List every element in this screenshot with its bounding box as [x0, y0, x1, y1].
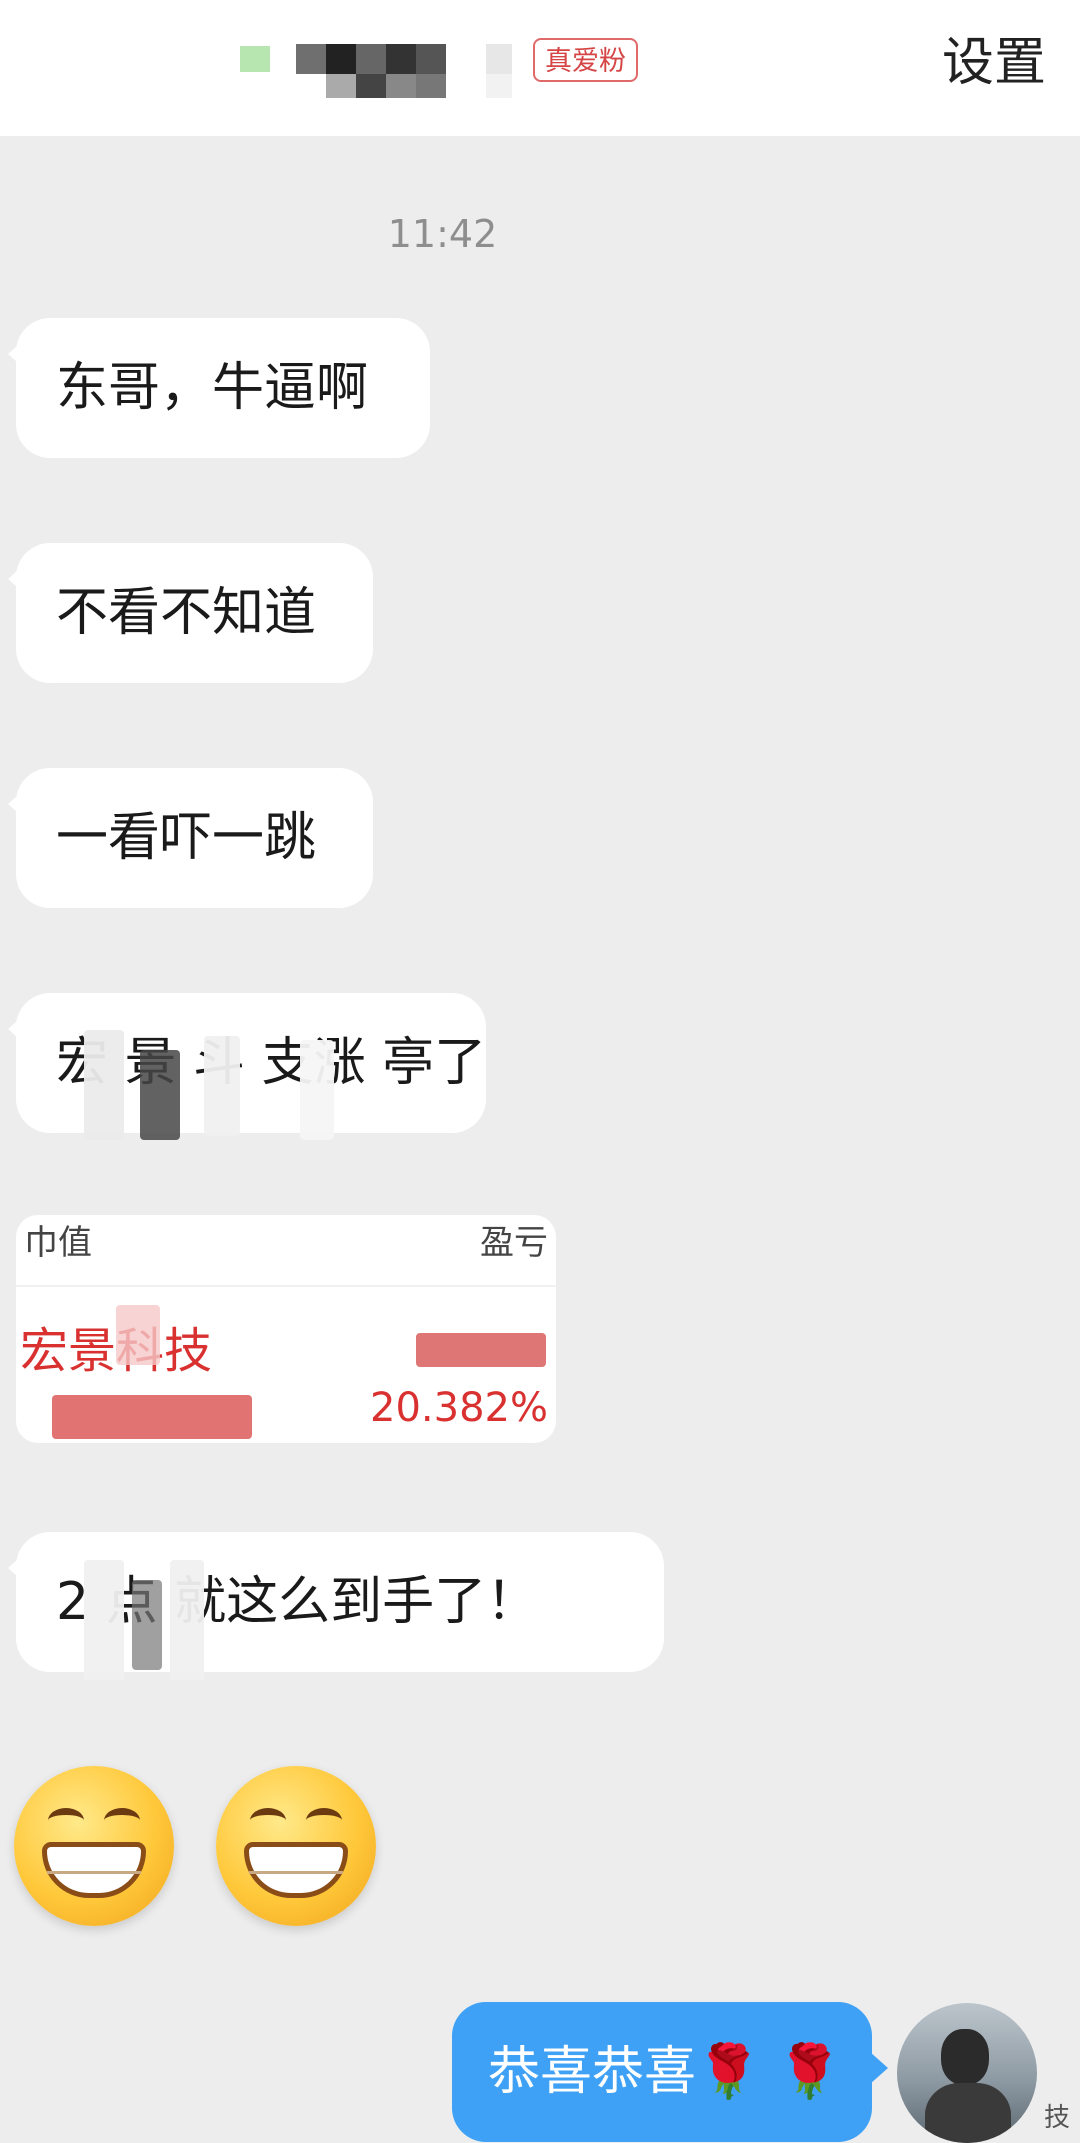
image-header-left: 巾值 — [24, 1223, 92, 1263]
avatar[interactable] — [897, 2003, 1037, 2143]
my-message-text: 恭喜恭喜🌹 🌹 — [488, 2042, 843, 2102]
divider — [16, 1285, 556, 1287]
mosaic-patch — [132, 1580, 162, 1670]
profit-percent: 20.382% — [370, 1385, 548, 1431]
emoji-mouth — [244, 1842, 348, 1898]
mosaic-patch — [300, 1040, 334, 1140]
watermark: 技 — [1044, 2103, 1071, 2133]
emoji-eye — [250, 1808, 286, 1833]
emoji-mouth — [42, 1842, 146, 1898]
message-bubble[interactable]: 东哥，牛逼啊 — [8, 318, 430, 458]
message-text: 一看吓一跳 — [56, 808, 317, 868]
mosaic-patch — [140, 1050, 180, 1140]
image-header-right: 盈亏 — [480, 1223, 548, 1263]
contact-name-mosaic[interactable] — [240, 40, 520, 98]
settings-button[interactable]: 设置 — [942, 28, 1046, 98]
mosaic-patch — [416, 1333, 546, 1367]
grin-emoji[interactable]: 😁 — [14, 1766, 174, 1926]
message-text: 东哥，牛逼啊 — [56, 358, 369, 418]
mosaic-patch — [84, 1560, 124, 1680]
emoji-eye — [306, 1808, 342, 1833]
message-bubble[interactable]: 不看不知道 — [8, 543, 373, 683]
chat-header: 真爱粉 设置 — [0, 0, 1080, 136]
message-text: 2 点 就这么到手了！ — [56, 1572, 539, 1632]
fan-badge: 真爱粉 — [533, 38, 638, 82]
my-message-bubble[interactable]: 恭喜恭喜🌹 🌹 — [452, 2002, 888, 2142]
image-message[interactable]: 巾值 盈亏 宏景科技 20.382% — [16, 1215, 556, 1443]
mosaic-patch — [204, 1036, 240, 1136]
avatar-head — [941, 2029, 989, 2085]
emoji-eye — [104, 1808, 140, 1833]
grin-emoji[interactable]: 😁 — [216, 1766, 376, 1926]
mosaic-patch — [170, 1560, 204, 1680]
avatar-body — [925, 2083, 1011, 2143]
mosaic-patch — [84, 1030, 124, 1140]
emoji-eye — [48, 1808, 84, 1833]
timestamp: 11:42 — [387, 212, 498, 256]
mosaic-patch — [116, 1305, 160, 1365]
mosaic-patch — [52, 1395, 252, 1439]
message-text: 不看不知道 — [56, 583, 317, 643]
message-bubble[interactable]: 一看吓一跳 — [8, 768, 373, 908]
